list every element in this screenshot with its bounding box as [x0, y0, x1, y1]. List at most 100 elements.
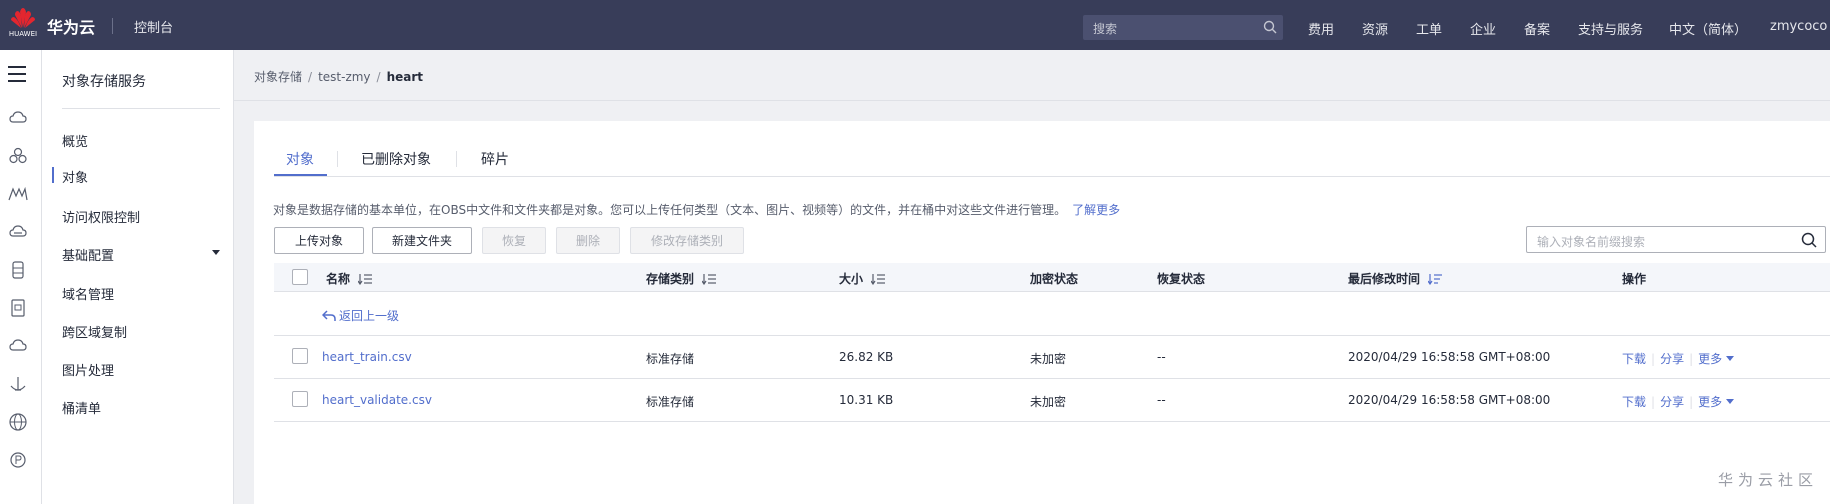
sort-icon[interactable]	[871, 273, 886, 285]
select-all-checkbox[interactable]	[292, 269, 308, 285]
sidebar-item-inventory[interactable]: 桶清单	[62, 398, 101, 417]
table-row: heart_validate.csv 标准存储 10.31 KB 未加密 -- …	[274, 379, 1830, 422]
service-sidebar: 对象存储服务 概览 对象 访问权限控制 基础配置 域名管理 跨区域复制 图片处理…	[42, 50, 234, 504]
nav-icp[interactable]: 备案	[1524, 19, 1550, 38]
size-cell: 10.31 KB	[839, 393, 894, 407]
back-to-parent-link[interactable]: 返回上一级	[322, 307, 399, 324]
breadcrumb-obs[interactable]: 对象存储	[254, 70, 302, 84]
nav-support[interactable]: 支持与服务	[1578, 19, 1643, 38]
share-link[interactable]: 分享	[1660, 393, 1684, 410]
tab-fragments[interactable]: 碎片	[481, 149, 509, 169]
column-last-modified-label: 最后修改时间	[1348, 272, 1421, 286]
chevron-down-icon[interactable]	[212, 250, 220, 255]
nav-enterprise[interactable]: 企业	[1470, 19, 1496, 38]
console-link[interactable]: 控制台	[134, 17, 173, 36]
cloud-storage-icon[interactable]	[8, 222, 28, 242]
tab-divider	[456, 151, 457, 167]
row-checkbox[interactable]	[292, 348, 308, 364]
sidebar-item-image-processing[interactable]: 图片处理	[62, 360, 114, 379]
return-arrow-icon	[322, 309, 336, 321]
restore-button[interactable]: 恢复	[482, 227, 546, 254]
active-tab-indicator	[274, 174, 327, 176]
sidebar-divider	[62, 108, 220, 109]
logo-wordmark: HUAWEI	[8, 30, 38, 38]
breadcrumb-divider	[234, 100, 1830, 101]
column-size-label: 大小	[839, 272, 864, 286]
huawei-logo-icon	[11, 8, 35, 28]
column-operations-label: 操作	[1622, 272, 1647, 286]
cluster-icon[interactable]	[8, 146, 28, 166]
nav-user[interactable]: zmycoco	[1770, 19, 1827, 34]
restore-status-cell: --	[1157, 393, 1166, 407]
breadcrumb-bucket[interactable]: test-zmy	[318, 70, 370, 84]
sidebar-item-objects[interactable]: 对象	[62, 167, 88, 186]
size-cell: 26.82 KB	[839, 350, 894, 364]
sort-icon[interactable]	[358, 273, 373, 285]
column-last-modified[interactable]: 最后修改时间	[1348, 270, 1443, 287]
download-link[interactable]: 下载	[1622, 350, 1646, 367]
sort-icon[interactable]	[702, 273, 717, 285]
parking-icon[interactable]	[8, 450, 28, 470]
sidebar-item-access-control[interactable]: 访问权限控制	[62, 207, 140, 226]
huawei-logo[interactable]: HUAWEI	[4, 6, 42, 46]
mountains-icon[interactable]	[8, 184, 28, 204]
anchor-icon[interactable]	[8, 374, 28, 394]
nav-billing[interactable]: 费用	[1308, 19, 1334, 38]
storage-class-cell: 标准存储	[646, 352, 695, 366]
cloud-icon[interactable]	[8, 108, 28, 128]
download-link[interactable]: 下载	[1622, 393, 1646, 410]
tabs-divider	[274, 176, 1830, 177]
global-search-input[interactable]: 搜索	[1083, 15, 1283, 40]
document-icon[interactable]	[8, 298, 28, 318]
menu-icon[interactable]	[8, 66, 26, 87]
column-storage-class-label: 存储类别	[646, 272, 695, 286]
description-text: 对象是数据存储的基本单位，在OBS中文件和文件夹都是对象。您可以上传任何类型（文…	[273, 203, 1067, 217]
tab-deleted-objects[interactable]: 已删除对象	[361, 149, 431, 169]
tab-objects[interactable]: 对象	[286, 149, 314, 169]
cloud-service-icon[interactable]	[8, 336, 28, 356]
more-link[interactable]: 更多	[1698, 393, 1722, 410]
object-name-link[interactable]: heart_train.csv	[322, 350, 412, 364]
change-storage-class-button[interactable]: 修改存储类别	[630, 227, 744, 254]
upload-object-button[interactable]: 上传对象	[274, 227, 364, 254]
delete-button[interactable]: 删除	[556, 227, 620, 254]
breadcrumb-current: heart	[386, 70, 424, 84]
sidebar-item-domain[interactable]: 域名管理	[62, 284, 114, 303]
row-checkbox[interactable]	[292, 391, 308, 407]
tab-divider	[337, 151, 338, 167]
column-size[interactable]: 大小	[839, 270, 886, 287]
active-item-marker	[52, 167, 54, 183]
column-restore-status: 恢复状态	[1157, 270, 1205, 287]
brand-divider	[112, 18, 113, 34]
nav-language[interactable]: 中文（简体）	[1669, 19, 1747, 38]
globe-icon[interactable]	[8, 412, 28, 432]
nav-resources[interactable]: 资源	[1362, 19, 1388, 38]
encryption-cell: 未加密	[1030, 352, 1067, 366]
sidebar-item-overview[interactable]: 概览	[62, 131, 88, 150]
table-header: 名称 存储类别 大小 加密状态 恢复状态 最后修改时间 操作	[274, 263, 1830, 292]
object-name-link[interactable]: heart_validate.csv	[322, 393, 432, 407]
sidebar-item-replication[interactable]: 跨区域复制	[62, 322, 127, 341]
encryption-cell: 未加密	[1030, 395, 1067, 409]
nav-tickets[interactable]: 工单	[1416, 19, 1442, 38]
column-storage-class[interactable]: 存储类别	[646, 270, 717, 287]
search-icon[interactable]	[1801, 232, 1817, 248]
watermark: 华为云社区	[1717, 471, 1818, 489]
sort-desc-icon[interactable]	[1428, 273, 1443, 285]
brand-name[interactable]: 华为云	[47, 14, 95, 38]
global-search-placeholder: 搜索	[1093, 22, 1118, 36]
chevron-down-icon[interactable]	[1726, 356, 1735, 361]
service-title: 对象存储服务	[62, 74, 146, 90]
chevron-down-icon[interactable]	[1726, 399, 1735, 404]
learn-more-link[interactable]: 了解更多	[1072, 203, 1120, 217]
object-search-input[interactable]: 输入对象名前缀搜索	[1526, 226, 1826, 253]
more-link[interactable]: 更多	[1698, 350, 1722, 367]
table-row-back: 返回上一级	[274, 293, 1830, 336]
sidebar-item-basic-config[interactable]: 基础配置	[62, 245, 114, 264]
new-folder-button[interactable]: 新建文件夹	[372, 227, 472, 254]
column-name[interactable]: 名称	[326, 270, 373, 287]
database-icon[interactable]	[8, 260, 28, 280]
search-icon[interactable]	[1263, 20, 1277, 34]
share-link[interactable]: 分享	[1660, 350, 1684, 367]
row-operations: 下载 | 分享 | 更多	[1622, 350, 1735, 367]
